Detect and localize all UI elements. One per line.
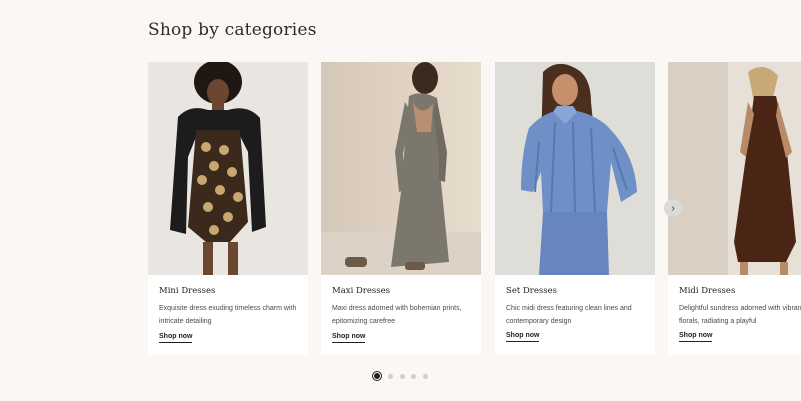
- shop-now-link[interactable]: Shop now: [506, 332, 540, 342]
- midi-dresses-image[interactable]: [668, 62, 801, 275]
- category-name: Midi Dresses: [679, 286, 736, 296]
- maxi-dresses-image[interactable]: [321, 62, 481, 275]
- category-card-mini-dresses[interactable]: Mini Dresses Exquisite dress exuding tim…: [148, 62, 308, 355]
- shop-now-link[interactable]: Shop now: [159, 333, 193, 343]
- category-description: Exquisite dress exuding timeless charm w…: [159, 305, 297, 325]
- category-card-set-dresses[interactable]: Set Dresses Chic midi dress featuring cl…: [495, 62, 655, 355]
- category-card-maxi-dresses[interactable]: Maxi Dresses Maxi dress adorned with boh…: [321, 62, 481, 355]
- category-name: Set Dresses: [506, 286, 557, 296]
- mini-dresses-image[interactable]: [148, 62, 308, 275]
- category-name: Maxi Dresses: [332, 286, 391, 296]
- category-name: Mini Dresses: [159, 286, 216, 296]
- set-dresses-image[interactable]: [495, 62, 655, 275]
- category-description: Chic midi dress featuring clean lines an…: [506, 305, 632, 325]
- carousel-pagination: [373, 371, 434, 381]
- chevron-right-icon: ›: [671, 202, 675, 214]
- pagination-dot-4[interactable]: [411, 373, 416, 379]
- pagination-dot-3[interactable]: [399, 373, 405, 379]
- category-card-midi-dresses[interactable]: Midi Dresses Delightful sundress adorned…: [668, 62, 801, 355]
- category-description: Delightful sundress adorned with vibrant…: [679, 305, 801, 325]
- pagination-dot-5[interactable]: [422, 373, 428, 379]
- pagination-dot-2[interactable]: [388, 373, 393, 379]
- section-title: Shop by categories: [148, 20, 317, 40]
- category-description: Maxi dress adorned with bohemian prints,…: [332, 305, 462, 325]
- carousel-next-button[interactable]: ›: [664, 199, 682, 217]
- shop-now-link[interactable]: Shop now: [679, 332, 713, 342]
- pagination-dot-1[interactable]: [373, 372, 381, 380]
- shop-now-link[interactable]: Shop now: [332, 333, 366, 343]
